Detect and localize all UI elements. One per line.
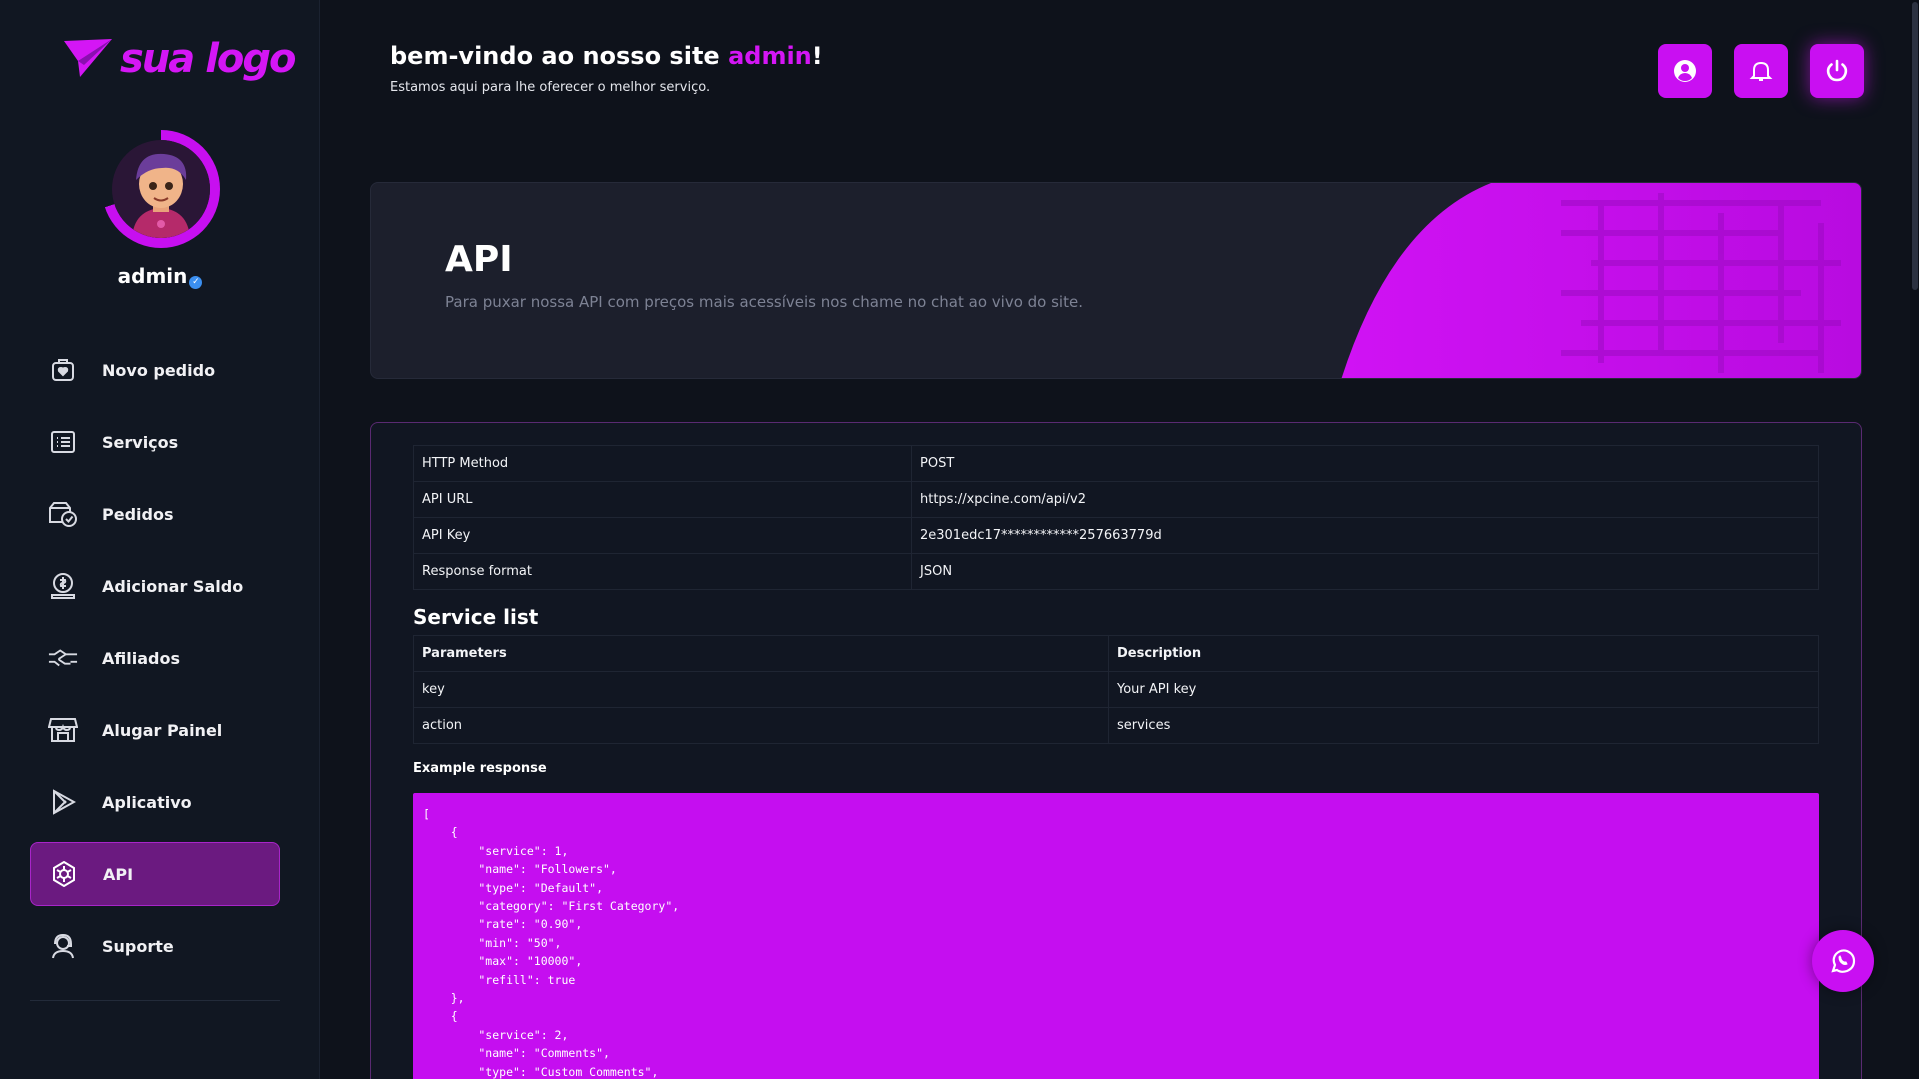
service-params-table: Parameters Description key Your API key ac… [413,635,1819,744]
welcome-header: bem-vindo ao nosso site admin! Estamos a… [390,42,823,95]
sidebar: sua logo admin ✓ Novo pedido Serviços Pe… [0,0,320,1079]
api-info-table: HTTP Method POST API URL https://xpcine.co… [413,445,1819,590]
sidebar-item-pedidos[interactable]: Pedidos [30,482,280,546]
support-icon [48,931,78,961]
orders-check-icon [48,499,78,529]
sidebar-item-aplicativo[interactable]: Aplicativo [30,770,280,834]
avatar[interactable] [102,130,220,248]
store-icon [48,715,78,745]
money-icon [48,571,78,601]
api-docs-card: HTTP Method POST API URL https://xpcine.co… [370,422,1862,1079]
sidebar-item-alugar-painel[interactable]: Alugar Painel [30,698,280,762]
welcome-subtitle: Estamos aqui para lhe oferecer o melhor … [390,80,711,95]
table-row: action services [413,707,1819,744]
user-name: admin ✓ [0,264,320,289]
table-row: API URL https://xpcine.com/api/v2 [413,481,1819,518]
scrollbar-thumb[interactable] [1912,2,1918,290]
whatsapp-chat-button[interactable] [1812,930,1874,992]
brand-logo[interactable]: sua logo [62,36,297,82]
cart-icon [48,355,78,385]
example-response-code: [ { "service": 1, "name": "Followers", "… [413,793,1819,1079]
sidebar-item-novo-pedido[interactable]: Novo pedido [30,338,280,402]
table-row: API Key 2e301edc17************257663779d [413,517,1819,554]
api-banner: API Para puxar nossa API com preços mais… [370,182,1862,379]
sidebar-item-adicionar-saldo[interactable]: Adicionar Saldo [30,554,280,618]
logout-button[interactable] [1810,44,1864,98]
handshake-icon [48,643,78,673]
profile-button[interactable] [1658,44,1712,98]
banner-decoration [1341,183,1861,378]
verified-badge-icon: ✓ [189,276,203,289]
sidebar-item-api[interactable]: API [30,842,280,906]
table-header-row: Parameters Description [413,635,1819,672]
avatar-illustration [112,140,210,238]
bell-icon [1749,61,1773,81]
sidebar-item-suporte[interactable]: Suporte [30,914,280,978]
logo-text: sua logo [120,36,297,82]
welcome-title: bem-vindo ao nosso site admin! [390,42,823,70]
sidebar-divider [30,1000,280,1001]
paper-plane-logo-icon [64,39,112,77]
code-block: [ { "service": 1, "name": "Followers", "… [423,807,680,1079]
banner-title: API [445,239,513,280]
table-row: Response format JSON [413,553,1819,590]
sidebar-item-servicos[interactable]: Serviços [30,410,280,474]
banner-description: Para puxar nossa API com preços mais ace… [445,293,1083,311]
list-icon [48,427,78,457]
power-icon [1826,59,1848,82]
page-scrollbar[interactable] [1910,0,1919,1079]
whatsapp-icon [1831,949,1856,973]
user-circle-icon [1674,60,1696,82]
table-row: HTTP Method POST [413,445,1819,482]
table-row: key Your API key [413,671,1819,708]
sidebar-item-afiliados[interactable]: Afiliados [30,626,280,690]
top-actions [1658,44,1864,98]
service-list-title: Service list [413,605,539,629]
notifications-button[interactable] [1734,44,1788,98]
play-icon [48,787,78,817]
example-response-title: Example response [413,761,547,776]
sidebar-nav: Novo pedido Serviços Pedidos Adicionar S… [30,338,280,986]
api-gear-icon [49,859,79,889]
